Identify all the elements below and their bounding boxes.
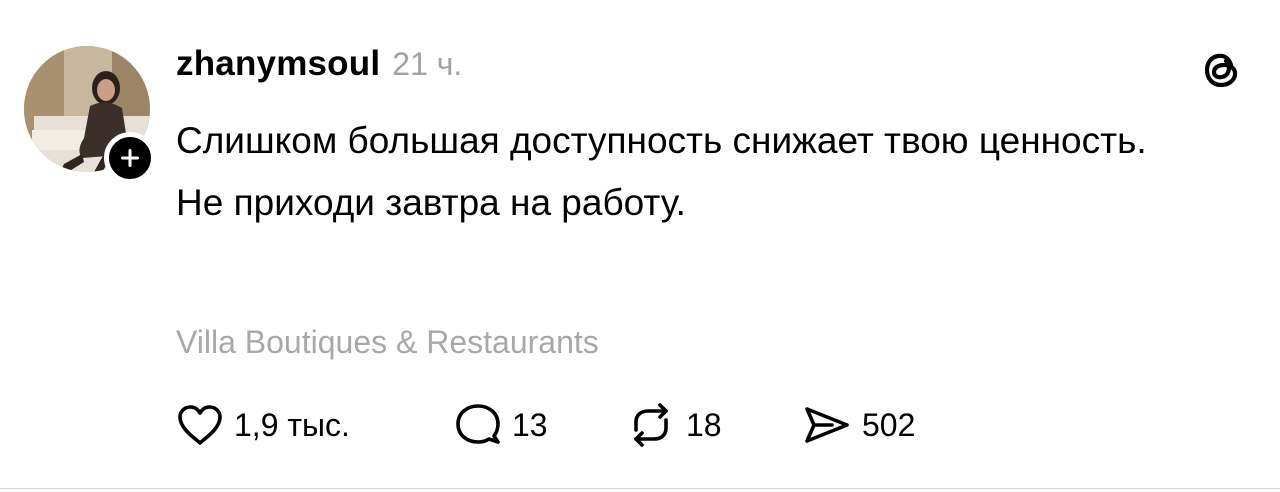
repost-icon — [626, 402, 676, 448]
threads-logo-icon[interactable] — [1200, 48, 1244, 92]
share-button[interactable]: 502 — [802, 403, 915, 447]
like-button[interactable]: 1,9 тыс. — [176, 403, 454, 447]
username[interactable]: zhanymsoul — [176, 44, 380, 84]
post-paragraph: Слишком большая доступность снижает твою… — [176, 120, 1147, 161]
thread-post: zhanymsoul 21 ч. Слишком большая доступн… — [0, 0, 1280, 492]
post-paragraph: Не приходи завтра на работу. — [176, 182, 686, 223]
send-icon — [802, 403, 852, 447]
follow-button[interactable] — [104, 132, 156, 184]
avatar-container — [24, 46, 156, 184]
reply-count: 13 — [512, 406, 548, 443]
plus-icon — [121, 149, 139, 167]
like-count: 1,9 тыс. — [234, 406, 350, 443]
post-header: zhanymsoul 21 ч. — [176, 44, 462, 84]
location-tag[interactable]: Villa Boutiques & Restaurants — [176, 324, 599, 361]
post-text: Слишком большая доступность снижает твою… — [176, 110, 1236, 234]
heart-icon — [176, 403, 224, 447]
share-count: 502 — [862, 406, 916, 443]
post-time: 21 ч. — [392, 46, 463, 82]
repost-count: 18 — [686, 406, 722, 443]
reply-button[interactable]: 13 — [454, 402, 626, 448]
divider — [0, 488, 1280, 489]
action-bar: 1,9 тыс. 13 18 502 — [176, 400, 915, 450]
comment-icon — [454, 402, 502, 448]
repost-button[interactable]: 18 — [626, 402, 802, 448]
